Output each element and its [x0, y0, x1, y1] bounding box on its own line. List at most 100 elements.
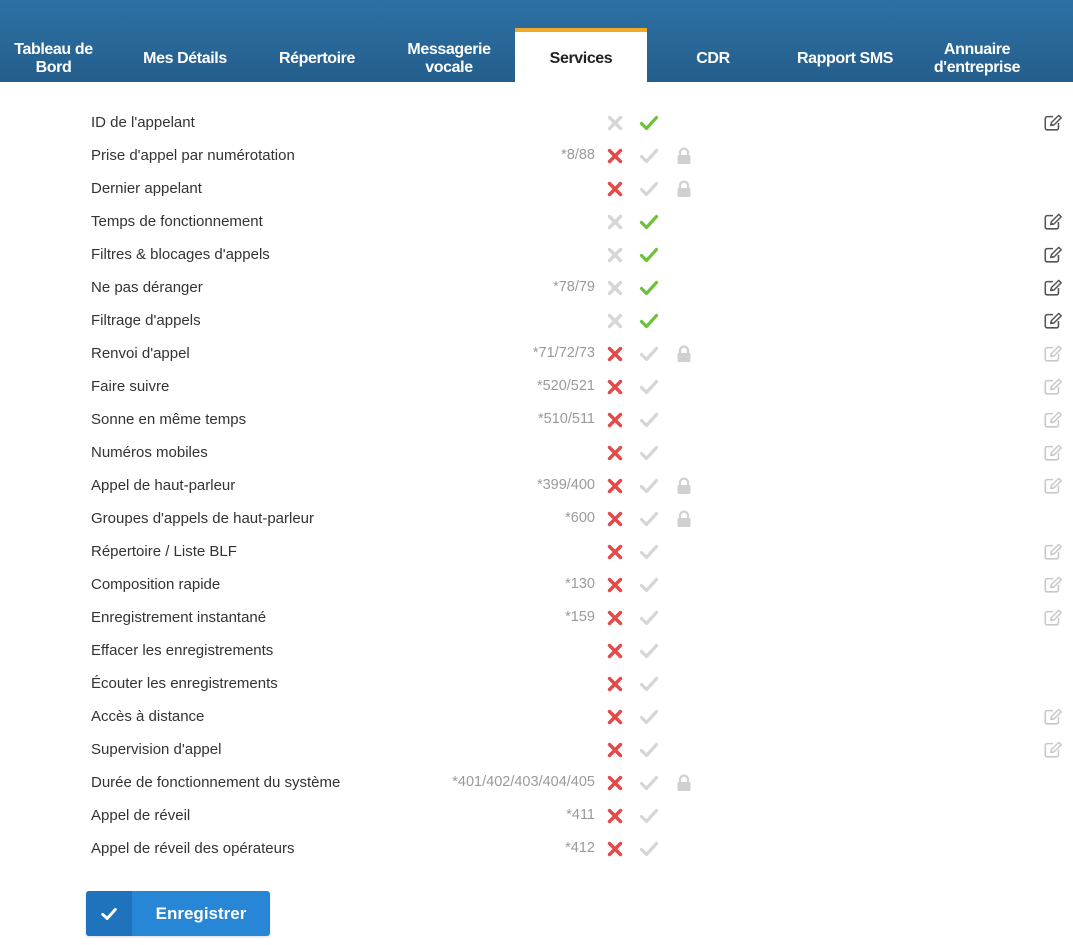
service-code: *411 — [566, 807, 595, 823]
disable-x-icon[interactable] — [605, 443, 625, 463]
enable-check-icon[interactable] — [639, 773, 659, 793]
enable-check-icon[interactable] — [639, 113, 659, 133]
service-row: Composition rapide *130 — [0, 569, 1073, 602]
service-code: *412 — [565, 840, 595, 856]
service-label: Filtrage d'appels — [91, 312, 201, 329]
service-row: Supervision d'appel — [0, 734, 1073, 767]
disable-x-icon[interactable] — [605, 575, 625, 595]
disable-x-icon[interactable] — [605, 674, 625, 694]
save-button-label: Enregistrer — [155, 904, 247, 923]
disable-x-icon[interactable] — [605, 311, 625, 331]
disable-x-icon[interactable] — [605, 476, 625, 496]
tab-mes-details[interactable]: Mes Détails — [118, 28, 252, 82]
service-label: Ne pas déranger — [91, 279, 203, 296]
edit-icon[interactable] — [1043, 212, 1063, 232]
enable-check-icon[interactable] — [639, 839, 659, 859]
disable-x-icon[interactable] — [605, 707, 625, 727]
edit-icon — [1043, 410, 1063, 430]
service-label: Accès à distance — [91, 708, 205, 725]
disable-x-icon[interactable] — [605, 641, 625, 661]
service-code: *71/72/73 — [532, 345, 595, 361]
tab-annuaire-entreprise[interactable]: Annuaire d'entreprise — [912, 28, 1042, 82]
enable-check-icon[interactable] — [639, 311, 659, 331]
disable-x-icon[interactable] — [605, 806, 625, 826]
enable-check-icon[interactable] — [639, 641, 659, 661]
service-row: Dernier appelant — [0, 173, 1073, 206]
enable-check-icon[interactable] — [639, 146, 659, 166]
service-row: Ne pas déranger *78/79 — [0, 272, 1073, 305]
disable-x-icon[interactable] — [605, 179, 625, 199]
disable-x-icon[interactable] — [605, 113, 625, 133]
enable-check-icon[interactable] — [639, 278, 659, 298]
service-label: Prise d'appel par numérotation — [91, 147, 295, 164]
lock-icon — [674, 179, 694, 199]
service-code: *8/88 — [561, 147, 595, 163]
tab-messagerie-vocale[interactable]: Messagerie vocale — [384, 28, 514, 82]
disable-x-icon[interactable] — [605, 410, 625, 430]
disable-x-icon[interactable] — [605, 212, 625, 232]
disable-x-icon[interactable] — [605, 773, 625, 793]
enable-check-icon[interactable] — [639, 575, 659, 595]
service-code: *510/511 — [538, 411, 595, 427]
tab-cdr[interactable]: CDR — [650, 28, 776, 82]
enable-check-icon[interactable] — [639, 377, 659, 397]
service-code: *78/79 — [553, 279, 595, 295]
service-label: Composition rapide — [91, 576, 221, 593]
disable-x-icon[interactable] — [605, 278, 625, 298]
tab-tableau-de-bord[interactable]: Tableau de Bord — [0, 28, 107, 82]
service-row: Temps de fonctionnement — [0, 206, 1073, 239]
edit-icon[interactable] — [1043, 113, 1063, 133]
enable-check-icon[interactable] — [639, 179, 659, 199]
save-button[interactable]: Enregistrer — [86, 891, 270, 936]
disable-x-icon[interactable] — [605, 245, 625, 265]
edit-icon — [1043, 542, 1063, 562]
enable-check-icon[interactable] — [639, 410, 659, 430]
tab-repertoire[interactable]: Répertoire — [254, 28, 380, 82]
enable-check-icon[interactable] — [639, 245, 659, 265]
edit-icon[interactable] — [1043, 311, 1063, 331]
service-code: *520/521 — [536, 378, 595, 394]
enable-check-icon[interactable] — [639, 740, 659, 760]
tab-rapport-sms[interactable]: Rapport SMS — [778, 28, 912, 82]
edit-icon — [1043, 377, 1063, 397]
service-row: Répertoire / Liste BLF — [0, 536, 1073, 569]
disable-x-icon[interactable] — [605, 146, 625, 166]
service-label: ID de l'appelant — [91, 114, 195, 131]
service-label: Appel de réveil — [91, 807, 191, 824]
disable-x-icon[interactable] — [605, 377, 625, 397]
disable-x-icon[interactable] — [605, 608, 625, 628]
service-label: Écouter les enregistrements — [91, 675, 278, 692]
disable-x-icon[interactable] — [605, 839, 625, 859]
disable-x-icon[interactable] — [605, 509, 625, 529]
enable-check-icon[interactable] — [639, 542, 659, 562]
service-label: Faire suivre — [91, 378, 170, 395]
edit-icon[interactable] — [1043, 278, 1063, 298]
edit-icon — [1043, 476, 1063, 496]
edit-icon — [1043, 443, 1063, 463]
disable-x-icon[interactable] — [605, 740, 625, 760]
edit-icon — [1043, 740, 1063, 760]
disable-x-icon[interactable] — [605, 344, 625, 364]
service-row: Numéros mobiles — [0, 437, 1073, 470]
service-row: Filtres & blocages d'appels — [0, 239, 1073, 272]
tab-services[interactable]: Services — [515, 28, 647, 82]
enable-check-icon[interactable] — [639, 674, 659, 694]
check-icon — [86, 891, 132, 936]
service-code: *159 — [565, 609, 595, 625]
service-label: Temps de fonctionnement — [91, 213, 263, 230]
enable-check-icon[interactable] — [639, 344, 659, 364]
lock-icon — [674, 476, 694, 496]
enable-check-icon[interactable] — [639, 806, 659, 826]
service-label: Numéros mobiles — [91, 444, 208, 461]
enable-check-icon[interactable] — [639, 707, 659, 727]
enable-check-icon[interactable] — [639, 509, 659, 529]
service-label: Sonne en même temps — [91, 411, 247, 428]
enable-check-icon[interactable] — [639, 212, 659, 232]
enable-check-icon[interactable] — [639, 608, 659, 628]
service-row: ID de l'appelant — [0, 107, 1073, 140]
disable-x-icon[interactable] — [605, 542, 625, 562]
service-code: *130 — [565, 576, 595, 592]
enable-check-icon[interactable] — [639, 443, 659, 463]
edit-icon[interactable] — [1043, 245, 1063, 265]
enable-check-icon[interactable] — [639, 476, 659, 496]
